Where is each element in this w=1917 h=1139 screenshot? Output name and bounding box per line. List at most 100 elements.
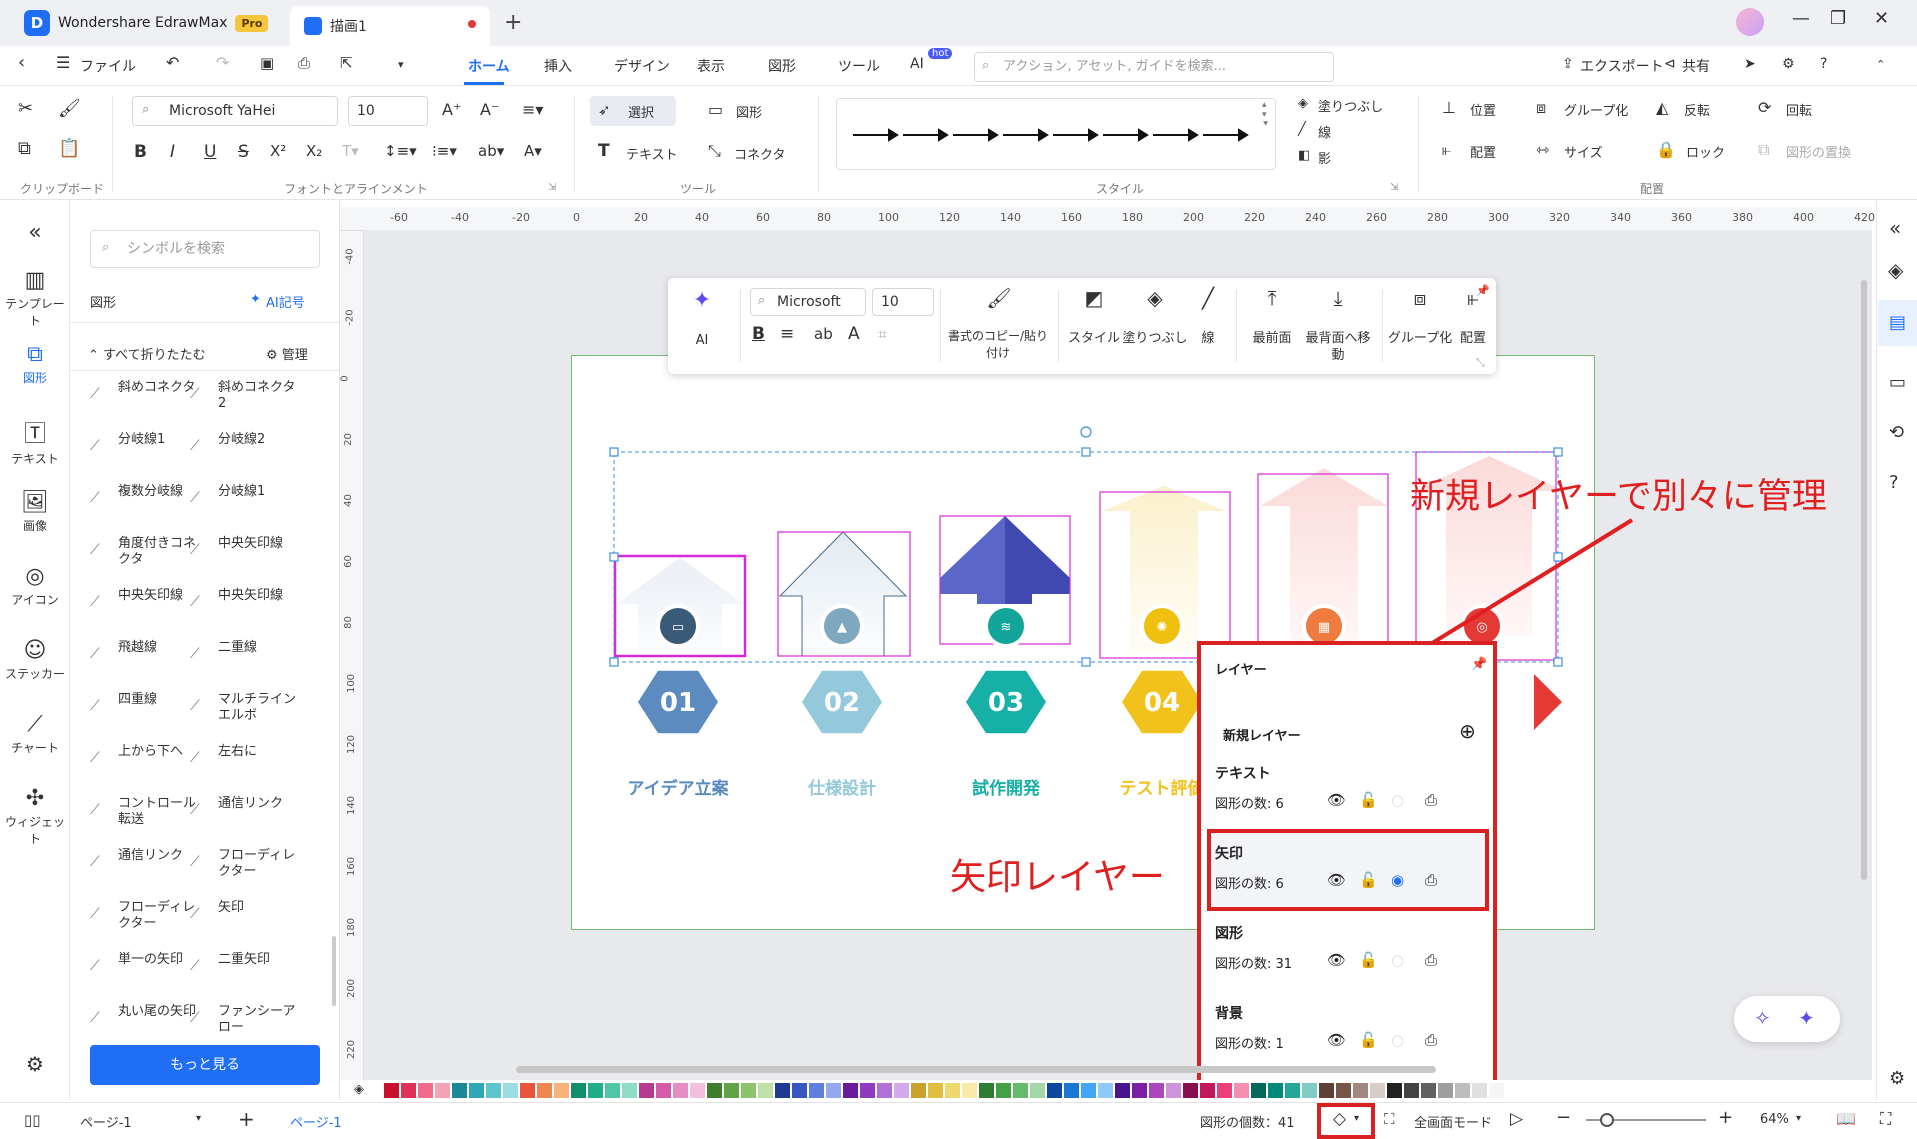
help-circle-icon[interactable]: ? xyxy=(1889,472,1899,493)
select-tool-button[interactable]: 選択 xyxy=(628,102,654,121)
symbol-item[interactable]: 四重線 xyxy=(118,692,196,708)
lock-button[interactable]: ロック xyxy=(1686,142,1725,161)
active-radio-icon[interactable]: ○ xyxy=(1391,1031,1404,1049)
layer-name[interactable]: 背景 xyxy=(1215,1003,1243,1023)
symbol-item[interactable]: 分岐線1 xyxy=(118,432,196,448)
tab-insert[interactable]: 挿入 xyxy=(544,56,572,76)
collapse-toolbar-icon[interactable]: ⤡ xyxy=(1476,354,1485,371)
bullets-icon[interactable]: ⁝≡▾ xyxy=(432,142,457,160)
color-swatch[interactable] xyxy=(690,1083,705,1098)
color-swatch[interactable] xyxy=(520,1083,535,1098)
color-swatch[interactable] xyxy=(1081,1083,1096,1098)
symbol-item[interactable]: 上から下へ xyxy=(118,744,196,760)
sidebar-item-icons[interactable]: ◎ アイコン xyxy=(0,564,70,608)
page-tab[interactable]: ページ-1 xyxy=(290,1112,342,1131)
color-swatch[interactable] xyxy=(826,1083,841,1098)
symbol-item[interactable]: コントロール転送 xyxy=(118,796,196,828)
share-icon[interactable]: ⊲ xyxy=(1664,56,1676,72)
color-swatch[interactable] xyxy=(639,1083,654,1098)
tab-home[interactable]: ホーム xyxy=(468,56,510,76)
symbol-item[interactable]: 分岐線1 xyxy=(218,484,296,500)
color-swatch[interactable] xyxy=(588,1083,603,1098)
color-swatch[interactable] xyxy=(1370,1083,1385,1098)
tab-ai[interactable]: AI xyxy=(910,56,924,72)
color-swatch[interactable] xyxy=(1455,1083,1470,1098)
active-radio-icon[interactable]: ○ xyxy=(1391,951,1404,969)
color-swatch[interactable] xyxy=(809,1083,824,1098)
color-swatch[interactable] xyxy=(843,1083,858,1098)
connector-tool-button[interactable]: コネクタ xyxy=(734,144,785,163)
group-icon[interactable]: ⧈ xyxy=(1536,98,1546,118)
tab-view[interactable]: 表示 xyxy=(697,56,725,76)
arrow-shape-3-right[interactable] xyxy=(1005,516,1070,604)
symbol-list-scrollbar[interactable] xyxy=(332,936,336,1006)
color-swatch[interactable] xyxy=(1268,1083,1283,1098)
ai-sparkle-icon[interactable]: ✦ xyxy=(682,290,722,312)
export-button[interactable]: エクスポート xyxy=(1580,56,1664,76)
strikethrough-icon[interactable]: S xyxy=(238,142,249,162)
manage-button[interactable]: ⚙ 管理 xyxy=(266,344,308,363)
italic-icon[interactable]: I xyxy=(170,142,175,162)
quick-access-dropdown-icon[interactable]: ▾ xyxy=(398,58,404,71)
symbol-item[interactable]: 二重矢印 xyxy=(218,952,296,968)
connector-tool-icon[interactable]: ⤡ xyxy=(708,141,721,161)
color-swatch[interactable] xyxy=(605,1083,620,1098)
page-panel-icon[interactable]: ▯▯ xyxy=(24,1111,41,1129)
back-icon[interactable]: ‹ xyxy=(18,52,25,73)
history-icon[interactable]: ⟲ xyxy=(1889,422,1904,443)
color-swatch[interactable] xyxy=(537,1083,552,1098)
symbol-item[interactable]: 二重線 xyxy=(218,640,296,656)
share-out-icon[interactable]: ⇱ xyxy=(340,54,353,72)
color-swatch[interactable] xyxy=(1319,1083,1334,1098)
color-swatch[interactable] xyxy=(469,1083,484,1098)
horizontal-scrollbar[interactable] xyxy=(516,1066,1436,1073)
size-button[interactable]: サイズ xyxy=(1564,142,1603,161)
eye-icon[interactable]: 👁 xyxy=(1327,871,1346,889)
copy-icon[interactable]: ⧉ xyxy=(18,138,31,159)
color-swatch[interactable] xyxy=(1387,1083,1402,1098)
ai-symbol-button[interactable]: AI記号 xyxy=(266,292,305,311)
align-float-button[interactable]: 配置 xyxy=(1450,330,1496,347)
sidebar-item-stickers[interactable]: ☺ ステッカー xyxy=(0,638,70,682)
flip-icon[interactable]: ◭ xyxy=(1656,98,1668,117)
tab-tools[interactable]: ツール xyxy=(838,56,880,76)
color-swatch[interactable] xyxy=(741,1083,756,1098)
color-swatch[interactable] xyxy=(1438,1083,1453,1098)
color-swatch[interactable] xyxy=(894,1083,909,1098)
position-icon[interactable]: ⊥ xyxy=(1442,98,1456,117)
color-swatch[interactable] xyxy=(1251,1083,1266,1098)
file-menu[interactable]: ファイル xyxy=(80,56,136,76)
shadow-icon[interactable]: ◧ xyxy=(1298,148,1310,163)
text-align-icon[interactable]: ≡▾ xyxy=(522,100,543,119)
color-swatch[interactable] xyxy=(1302,1083,1317,1098)
cut-icon[interactable]: ✂ xyxy=(18,98,33,119)
symbol-item[interactable]: 丸い尾の矢印 xyxy=(118,1004,196,1020)
rotate-icon[interactable]: ⟳ xyxy=(1758,98,1771,117)
fit-page-icon[interactable]: ⛶ xyxy=(1880,1109,1891,1129)
size-icon[interactable]: ⇿ xyxy=(1536,140,1549,159)
magic-wand-icon[interactable]: ✧ xyxy=(1754,1006,1771,1030)
color-swatch[interactable] xyxy=(418,1083,433,1098)
color-swatch[interactable] xyxy=(962,1083,977,1098)
shape-tool-button[interactable]: 図形 xyxy=(736,102,762,121)
symbol-item[interactable]: 左右に xyxy=(218,744,296,760)
group-button[interactable]: グループ化 xyxy=(1564,100,1628,119)
symbol-item[interactable]: 斜めコネクタ2 xyxy=(218,380,296,412)
color-swatch[interactable] xyxy=(452,1083,467,1098)
sidebar-item-text[interactable]: 🅃 テキスト xyxy=(0,416,70,467)
color-swatch[interactable] xyxy=(996,1083,1011,1098)
sidebar-item-charts[interactable]: ⟋ チャート xyxy=(0,712,70,756)
pin-layers-icon[interactable]: 📌 xyxy=(1471,657,1487,672)
book-view-icon[interactable]: 📖 xyxy=(1836,1109,1856,1128)
send-back-button[interactable]: 最背面へ移動 xyxy=(1300,330,1376,364)
color-swatch[interactable] xyxy=(724,1083,739,1098)
color-swatch[interactable] xyxy=(1285,1083,1300,1098)
layer-name[interactable]: 矢印 xyxy=(1215,843,1243,863)
symbol-item[interactable]: 角度付きコネクタ xyxy=(118,536,196,568)
fill-float-button[interactable]: 塗りつぶし xyxy=(1122,330,1188,347)
float-text-box-icon[interactable]: ⌗ xyxy=(878,326,886,343)
gallery-scroll-icon[interactable]: ▴ ▾ ⯆ xyxy=(1262,100,1269,130)
unlock-icon[interactable]: 🔓 xyxy=(1359,871,1378,889)
help-icon[interactable]: ? xyxy=(1820,56,1827,72)
symbol-item[interactable]: フローディレクター xyxy=(118,900,196,932)
